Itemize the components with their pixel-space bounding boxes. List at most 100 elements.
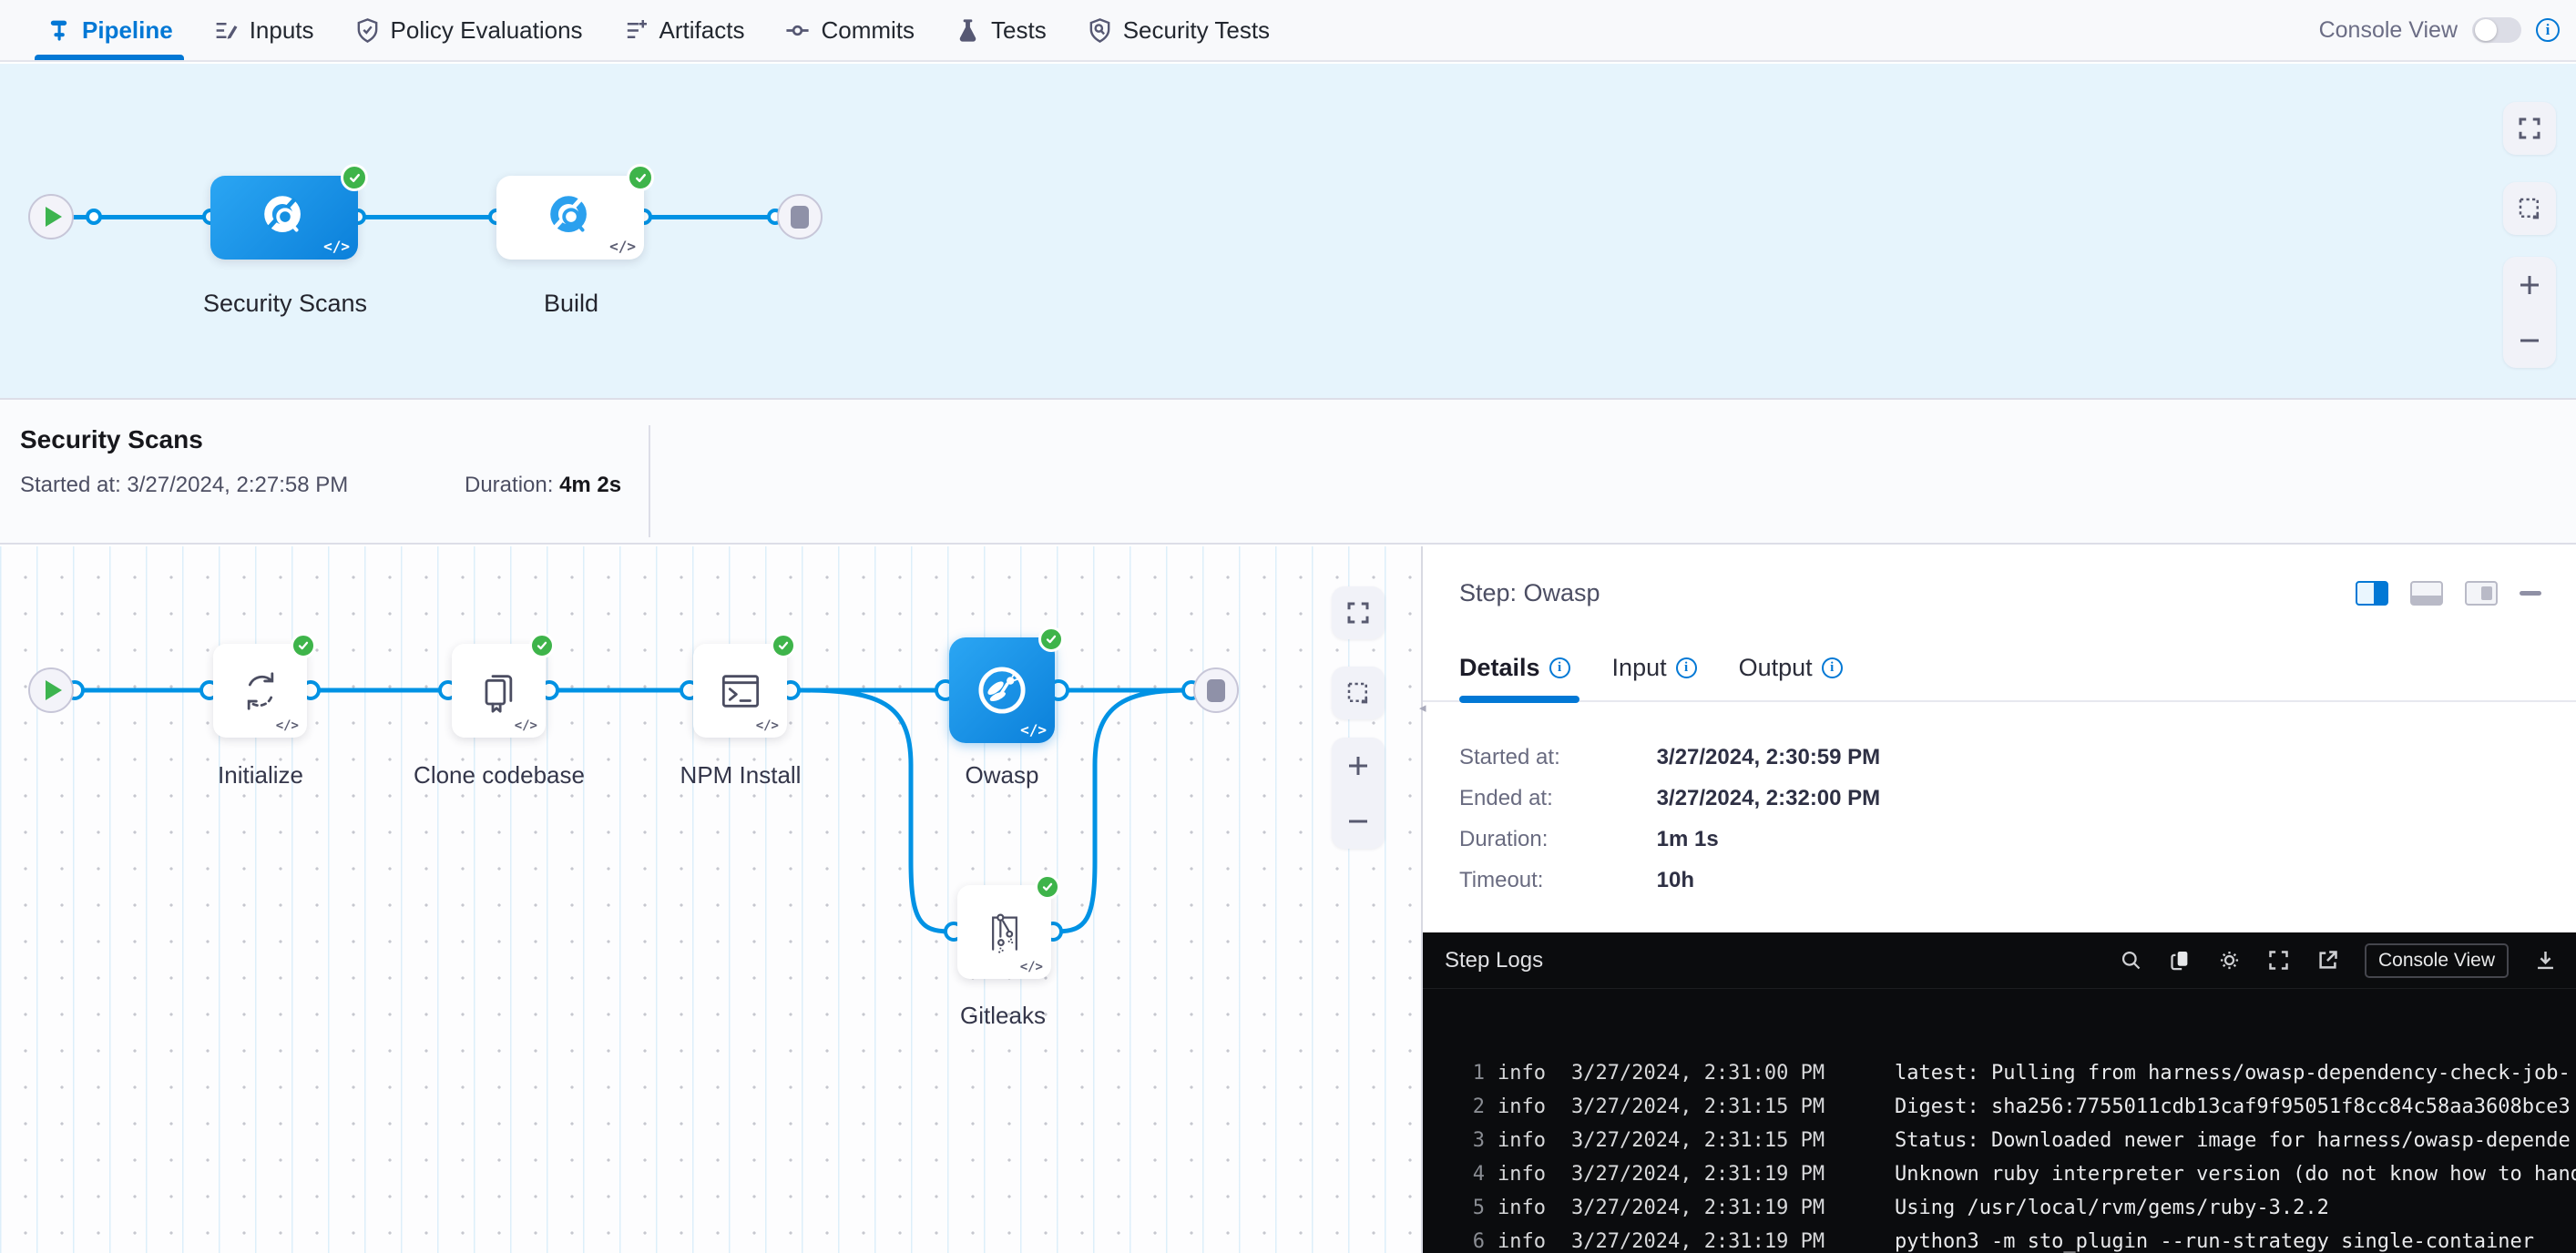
tab-label: Inputs [250,16,314,45]
download-icon[interactable] [2533,948,2558,973]
tab-label: Details [1459,654,1540,682]
stage-duration: Duration: 4m 2s [465,473,621,498]
duration-value: 4m 2s [559,473,621,497]
success-check-badge [341,164,368,191]
layout-bottom-split-icon[interactable] [2410,581,2443,606]
nav-right: Console View i [2319,17,2560,44]
step-label: NPM Install [680,761,802,789]
panel-resize-handle[interactable]: ◂ [1419,699,1426,716]
log-message: python3 -m sto_plugin --run-strategy sin… [1895,1230,2576,1253]
log-row[interactable]: 5 info 3/27/2024, 2:31:19 PM Using /usr/… [1423,1197,2576,1230]
detail-value: 3/27/2024, 2:30:59 PM [1657,745,1881,769]
log-row[interactable]: 3 info 3/27/2024, 2:31:15 PM Status: Dow… [1423,1129,2576,1163]
zoom-controls [2503,257,2556,368]
layout-right-split-icon[interactable] [2356,581,2388,606]
tab-artifacts[interactable]: Artifacts [603,0,765,60]
console-view-info-icon[interactable]: i [2536,18,2560,42]
log-timestamp: 3/27/2024, 2:31:15 PM [1571,1129,1895,1163]
toggle-knob [2475,19,2497,41]
tab-inputs[interactable]: Inputs [193,0,334,60]
step-panel-title: Step: Owasp [1459,579,1600,607]
log-message: Using /usr/local/rvm/gems/ruby-3.2.2 [1895,1197,2576,1230]
log-message: latest: Pulling from harness/owasp-depen… [1895,1062,2576,1095]
code-badge: </> [323,238,350,255]
step-node-npm-install[interactable]: </> [693,644,787,738]
step-node-gitleaks[interactable]: </> [957,885,1051,979]
fullscreen-icon [1344,599,1372,626]
tab-label: Security Tests [1123,16,1270,45]
log-line-number: 6 [1423,1230,1485,1253]
tab-label: Artifacts [659,16,745,45]
log-row[interactable]: 1 info 3/27/2024, 2:31:00 PM latest: Pul… [1423,1062,2576,1095]
log-row[interactable]: 6 info 3/27/2024, 2:31:19 PM python3 -m … [1423,1230,2576,1253]
success-check-badge [627,164,654,191]
step-node-initialize[interactable]: </> [213,644,307,738]
started-value: 3/27/2024, 2:27:58 PM [127,473,348,497]
select-area-button[interactable] [1332,667,1385,719]
step-node-owasp[interactable]: </> [949,637,1055,743]
search-icon[interactable] [2119,948,2143,973]
zoom-out-icon[interactable] [2516,327,2543,354]
stage-start-node[interactable] [28,194,74,239]
marquee-select-icon [2516,195,2543,222]
security-tests-icon [1087,17,1113,44]
success-check-badge [529,633,555,658]
step-node-clone-codebase[interactable]: </> [452,644,546,738]
tab-tests[interactable]: Tests [935,0,1067,60]
code-badge: </> [756,718,779,733]
stage-graph-canvas[interactable]: </> Security Scans </> Build [0,64,2576,398]
info-icon[interactable]: i [1822,657,1843,678]
info-icon[interactable]: i [1549,657,1570,678]
copy-icon[interactable] [2168,948,2193,973]
tab-pipeline[interactable]: Pipeline [26,0,193,60]
log-message: Digest: sha256:7755011cdb13caf9f95051f8c… [1895,1095,2576,1129]
log-level: info [1498,1095,1571,1129]
layout-floating-icon[interactable] [2465,581,2498,606]
console-view-button[interactable]: Console View [2365,943,2509,978]
tab-output[interactable]: Output i [1739,654,1843,682]
step-logs-toolbar: Console View [2119,943,2558,978]
console-view-toggle[interactable] [2472,17,2521,43]
log-row[interactable]: 4 info 3/27/2024, 2:31:19 PM Unknown rub… [1423,1163,2576,1197]
expand-icon[interactable] [2266,948,2291,973]
select-area-button[interactable] [2503,182,2556,235]
stage-node-security-scans[interactable]: </> [210,176,358,260]
log-message: Status: Downloaded newer image for harne… [1895,1129,2576,1163]
fullscreen-icon [2516,115,2543,142]
open-in-new-icon[interactable] [2315,948,2340,973]
active-tab-underline [35,55,184,60]
zoom-in-icon[interactable] [1344,752,1372,779]
tab-security-tests[interactable]: Security Tests [1067,0,1290,60]
stage-info-bar: Security Scans Started at: 3/27/2024, 2:… [0,398,2576,545]
log-line-number: 2 [1423,1095,1485,1129]
tab-commits[interactable]: Commits [764,0,935,60]
tab-label: Tests [991,16,1047,45]
info-icon[interactable]: i [1676,657,1697,678]
fit-to-screen-button[interactable] [1332,586,1385,639]
fit-to-screen-button[interactable] [2503,102,2556,155]
inputs-icon [213,17,240,44]
log-row[interactable]: 2 info 3/27/2024, 2:31:15 PM Digest: sha… [1423,1095,2576,1129]
tab-policy-evaluations[interactable]: Policy Evaluations [334,0,603,60]
gear-icon[interactable] [2217,948,2242,973]
initialize-icon [235,666,286,717]
tab-details[interactable]: Details i [1459,654,1570,682]
step-label: Clone codebase [414,761,585,789]
zoom-out-icon[interactable] [1344,808,1372,835]
success-check-badge [291,633,316,658]
tab-label: Policy Evaluations [391,16,583,45]
minimize-panel-icon[interactable] [2520,581,2541,606]
pipeline-icon [46,17,72,44]
artifacts-icon [623,17,649,44]
step-graph-canvas[interactable]: </> Initialize </> Clone codebase [0,546,1421,1253]
stage-node-build[interactable]: </> [496,176,644,260]
panel-layout-controls [2356,581,2541,606]
step-start-node[interactable] [28,667,74,713]
step-end-node[interactable] [1193,667,1239,713]
log-rows: 1 info 3/27/2024, 2:31:00 PM latest: Pul… [1423,1062,2576,1253]
stage-end-node[interactable] [777,194,823,239]
stage-label: Build [544,290,598,318]
tab-input[interactable]: Input i [1612,654,1697,682]
log-level: info [1498,1062,1571,1095]
zoom-in-icon[interactable] [2516,271,2543,299]
